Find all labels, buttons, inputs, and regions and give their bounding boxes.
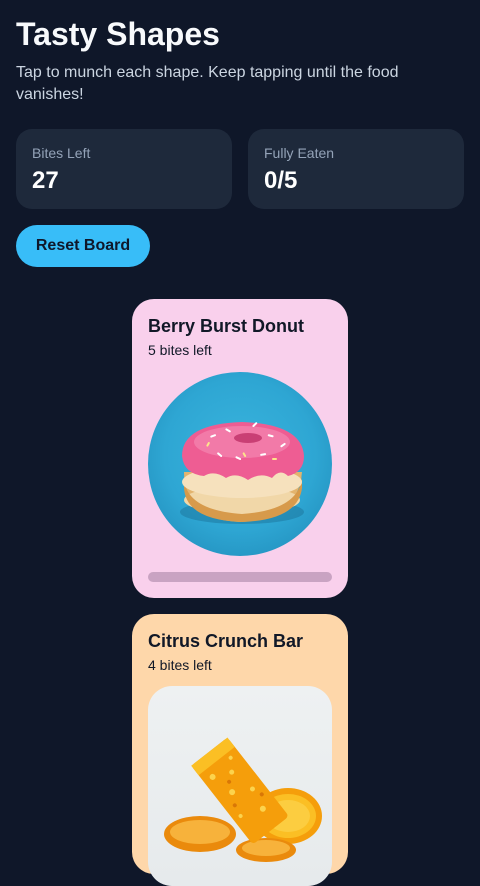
food-card-berry-burst-donut: Berry Burst Donut 5 bites left — [132, 299, 348, 598]
fully-eaten-stat: Fully Eaten 0/5 — [248, 129, 464, 209]
fully-eaten-label: Fully Eaten — [264, 145, 335, 161]
donut-icon — [180, 422, 304, 524]
food-card-bites: 5 bites left — [148, 342, 212, 358]
header: Tasty Shapes Tap to munch each shape. Ke… — [16, 14, 464, 106]
food-card-citrus-crunch-bar: Citrus Crunch Bar 4 bites left — [132, 614, 348, 886]
food-card-name: Citrus Crunch Bar — [148, 631, 304, 651]
food-card-name: Berry Burst Donut — [148, 316, 305, 336]
donut-shape[interactable] — [148, 372, 332, 556]
bites-left-value: 27 — [32, 167, 59, 194]
citrus-bar-icon — [164, 737, 322, 862]
bites-left-stat: Bites Left 27 — [16, 129, 232, 209]
page-subtitle: Tap to munch each shape. Keep tapping un… — [16, 64, 399, 103]
citrus-bar-shape[interactable] — [148, 686, 332, 886]
bites-left-label: Bites Left — [32, 145, 91, 161]
reset-board-button[interactable]: Reset Board — [16, 225, 150, 267]
food-card-bites: 4 bites left — [148, 657, 212, 673]
page-title: Tasty Shapes — [16, 16, 220, 52]
fully-eaten-value: 0/5 — [264, 167, 298, 194]
bite-progress-bar — [148, 572, 332, 582]
